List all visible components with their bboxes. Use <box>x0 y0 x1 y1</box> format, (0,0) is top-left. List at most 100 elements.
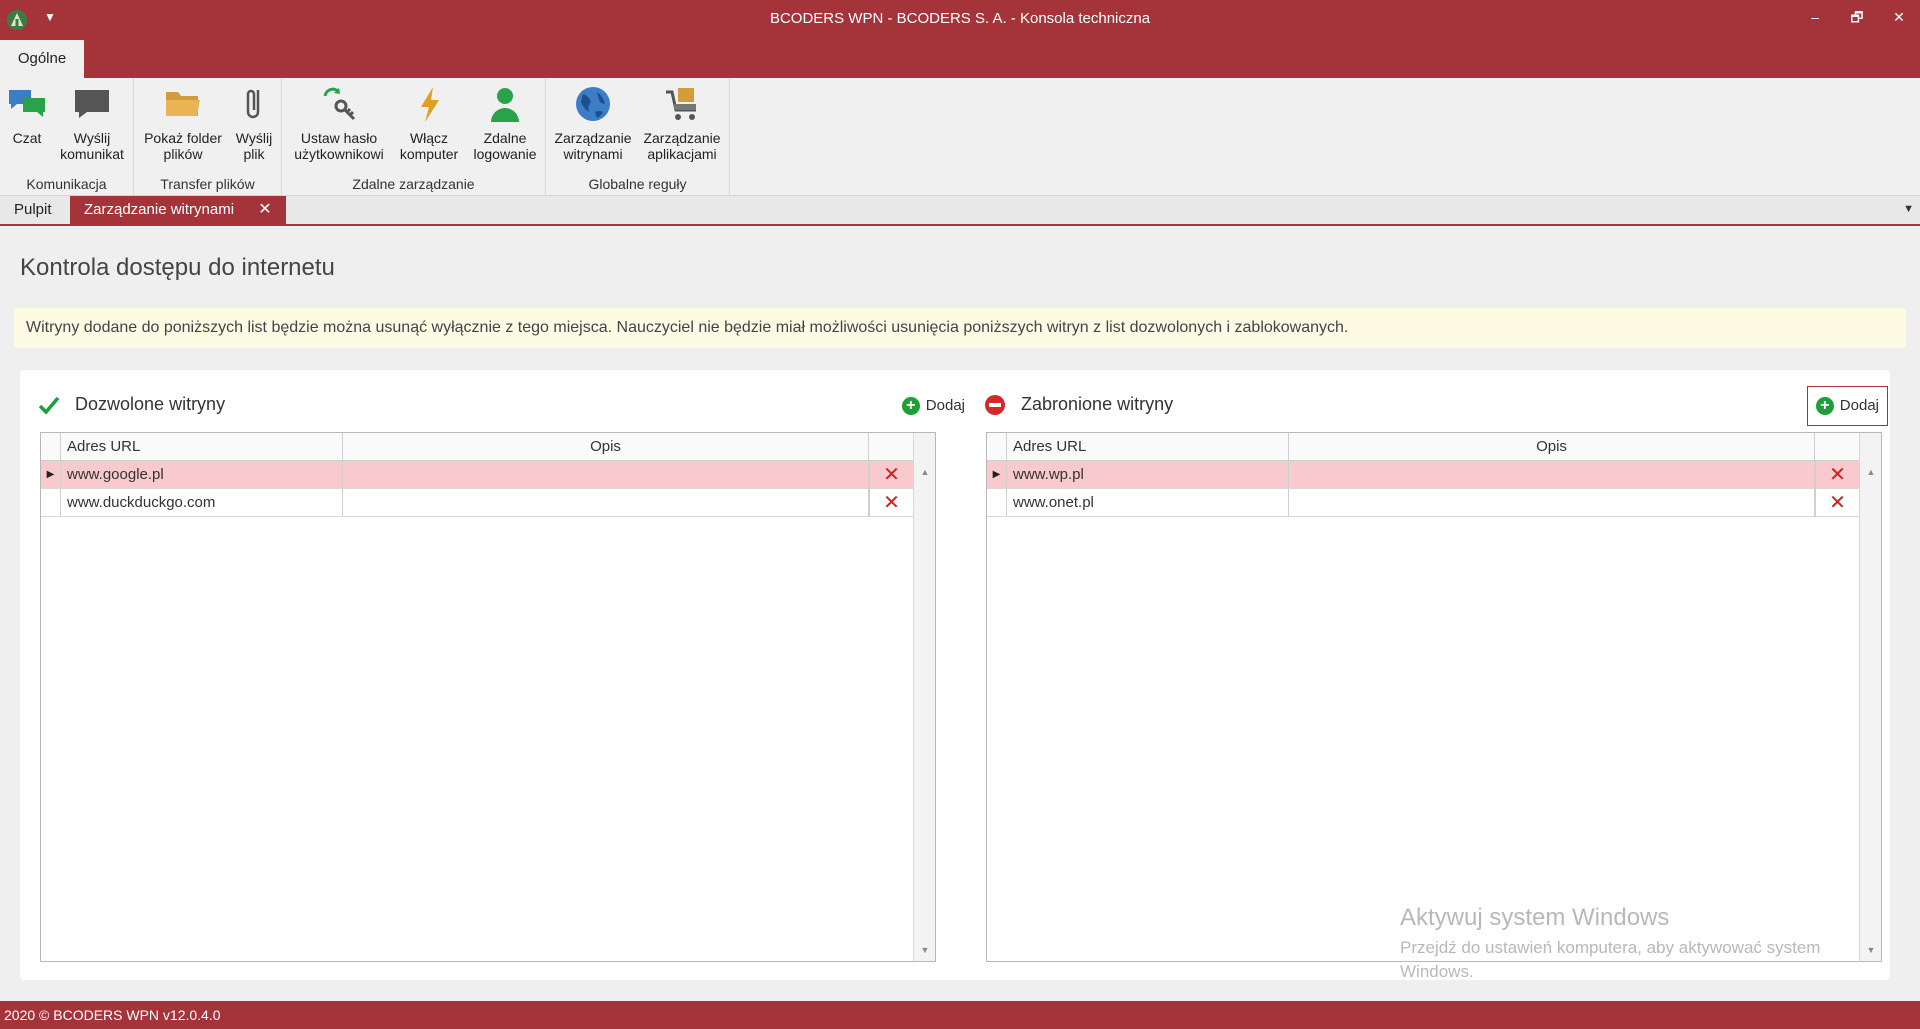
tab-desktop-label: Pulpit <box>14 201 52 218</box>
column-header-description[interactable]: Opis <box>1289 433 1815 461</box>
add-icon: + <box>901 397 920 416</box>
blocked-add-button[interactable]: + Dodaj <box>1806 386 1888 426</box>
delete-icon[interactable]: ✕ <box>1815 489 1859 517</box>
scroll-down-icon[interactable]: ▼ <box>1860 945 1882 955</box>
ribbon-group-communication: Czat Wyślij komunikat Komunikacja <box>0 78 134 196</box>
ribbon-group-caption: Transfer plików <box>160 176 255 192</box>
add-icon: + <box>1815 397 1834 416</box>
allowed-add-button[interactable]: + Dodaj <box>893 386 974 426</box>
watermark-title: Aktywuj system Windows <box>1400 904 1670 931</box>
title-bar: ▼ BCODERS WPN - BCODERS S. A. - Konsola … <box>0 0 1920 40</box>
show-files-folder-button[interactable]: Pokaż folder plików <box>140 84 226 162</box>
blocked-sites-grid: Adres URL Opis ▶ www.wp.pl ✕ www.onet.pl… <box>986 432 1882 962</box>
delete-icon[interactable]: ✕ <box>869 461 913 489</box>
scroll-up-icon[interactable]: ▲ <box>1860 467 1882 477</box>
user-icon <box>491 88 519 122</box>
remote-login-button[interactable]: Zdalne logowanie <box>468 84 542 162</box>
column-header-url[interactable]: Adres URL <box>1007 433 1289 461</box>
allowed-sites-title-text: Dozwolone witryny <box>75 394 226 414</box>
ribbon-group-caption: Zdalne zarządzanie <box>352 176 475 192</box>
tab-sites-management[interactable]: Zarządzanie witrynami ✕ <box>70 196 286 224</box>
row-indicator <box>987 489 1007 517</box>
table-row[interactable]: www.onet.pl ✕ <box>987 489 1859 517</box>
url-cell[interactable]: www.google.pl <box>61 461 343 489</box>
delete-icon[interactable]: ✕ <box>869 489 913 517</box>
tab-desktop[interactable]: Pulpit <box>0 196 66 224</box>
cart-icon <box>666 88 696 120</box>
window-title: BCODERS WPN - BCODERS S. A. - Konsola te… <box>769 10 1151 27</box>
table-row[interactable]: ▶ www.wp.pl ✕ <box>987 461 1859 489</box>
allowed-sites-grid: Adres URL Opis ▶ www.google.pl ✕ www.duc… <box>40 432 936 962</box>
allowed-sites-panel: Dozwolone witryny + Dodaj Adres URL Opis … <box>20 370 976 980</box>
scroll-down-icon[interactable]: ▼ <box>914 945 936 955</box>
main-content: Kontrola dostępu do internetu Witryny do… <box>0 228 1920 1001</box>
chat-icon <box>9 90 45 117</box>
info-message: Witryny dodane do poniższych list będzie… <box>14 308 1906 348</box>
ribbon-tab-general[interactable]: Ogólne <box>0 40 84 78</box>
lightning-icon <box>421 87 439 122</box>
blocked-sites-title-text: Zabronione witryny <box>1021 394 1174 414</box>
globe-icon <box>576 87 610 121</box>
wake-computer-button[interactable]: Włącz komputer <box>394 84 464 162</box>
send-message-label: Wyślij komunikat <box>60 130 124 162</box>
message-icon <box>75 90 109 118</box>
apps-management-label: Zarządzanie aplikacjami <box>643 130 721 162</box>
blocked-sites-panel: Zabronione witryny + Dodaj Adres URL Opis… <box>966 370 1890 980</box>
close-button[interactable]: ✕ <box>1884 6 1914 30</box>
page-title: Kontrola dostępu do internetu <box>20 254 335 281</box>
vertical-scrollbar[interactable]: ▲ ▼ <box>913 433 935 961</box>
send-file-button[interactable]: Wyślij plik <box>230 84 278 162</box>
chat-label: Czat <box>12 130 42 146</box>
chat-button[interactable]: Czat <box>4 84 50 146</box>
table-row[interactable]: www.duckduckgo.com ✕ <box>41 489 913 517</box>
folder-icon <box>166 92 200 116</box>
remote-login-label: Zdalne logowanie <box>473 130 537 162</box>
description-cell[interactable] <box>1289 461 1815 489</box>
blocked-sites-title: Zabronione witryny <box>984 390 1173 418</box>
grid-header: Adres URL Opis <box>987 433 1859 461</box>
watermark-text: Przejdź do ustawień komputera, aby aktyw… <box>1400 938 1821 981</box>
description-cell[interactable] <box>1289 489 1815 517</box>
sites-management-button[interactable]: Zarządzanie witrynami <box>550 84 636 162</box>
scroll-up-icon[interactable]: ▲ <box>914 467 936 477</box>
row-indicator <box>41 489 61 517</box>
sites-management-label: Zarządzanie witrynami <box>554 130 632 162</box>
ribbon: Czat Wyślij komunikat Komunikacja Pokaż … <box>0 78 1920 196</box>
windows-activation-watermark: Aktywuj system Windows Przejdź do ustawi… <box>1400 904 1830 984</box>
send-message-button[interactable]: Wyślij komunikat <box>54 84 130 162</box>
apps-management-button[interactable]: Zarządzanie aplikacjami <box>638 84 726 162</box>
no-entry-icon <box>985 395 1005 416</box>
tab-close-icon[interactable]: ✕ <box>258 196 271 224</box>
ribbon-group-remote-management: Ustaw hasło użytkownikowi Włącz komputer… <box>282 78 546 196</box>
tabs-dropdown-icon[interactable]: ▼ <box>1903 203 1914 215</box>
allowed-sites-title: Dozwolone witryny <box>38 390 225 418</box>
set-user-password-button[interactable]: Ustaw hasło użytkownikowi <box>288 84 390 162</box>
set-user-password-label: Ustaw hasło użytkownikowi <box>294 130 384 162</box>
url-cell[interactable]: www.duckduckgo.com <box>61 489 343 517</box>
key-refresh-icon <box>323 87 356 121</box>
minimize-button[interactable]: – <box>1800 6 1830 30</box>
url-cell[interactable]: www.onet.pl <box>1007 489 1289 517</box>
status-bar: 2020 © BCODERS WPN v12.0.4.0 <box>0 1001 1920 1029</box>
description-cell[interactable] <box>343 489 869 517</box>
description-cell[interactable] <box>343 461 869 489</box>
row-indicator-icon: ▶ <box>41 461 61 489</box>
grid-header: Adres URL Opis <box>41 433 913 461</box>
tab-sites-management-label: Zarządzanie witrynami <box>84 201 235 218</box>
url-cell[interactable]: www.wp.pl <box>1007 461 1289 489</box>
table-row[interactable]: ▶ www.google.pl ✕ <box>41 461 913 489</box>
restore-button[interactable]: 🗗 <box>1842 6 1872 30</box>
send-file-label: Wyślij plik <box>235 130 273 162</box>
status-text: 2020 © BCODERS WPN v12.0.4.0 <box>4 1007 221 1023</box>
document-tab-bar: Pulpit Zarządzanie witrynami ✕ ▼ <box>0 196 1920 226</box>
wake-computer-label: Włącz komputer <box>399 130 459 162</box>
ribbon-group-global-rules: Zarządzanie witrynami Zarządzanie aplika… <box>546 78 730 196</box>
column-header-url[interactable]: Adres URL <box>61 433 343 461</box>
vertical-scrollbar[interactable]: ▲ ▼ <box>1859 433 1881 961</box>
blocked-add-label: Dodaj <box>1839 397 1879 414</box>
column-header-description[interactable]: Opis <box>343 433 869 461</box>
show-files-folder-label: Pokaż folder plików <box>144 130 222 162</box>
delete-icon[interactable]: ✕ <box>1815 461 1859 489</box>
row-indicator-header <box>987 433 1007 461</box>
row-indicator-icon: ▶ <box>987 461 1007 489</box>
